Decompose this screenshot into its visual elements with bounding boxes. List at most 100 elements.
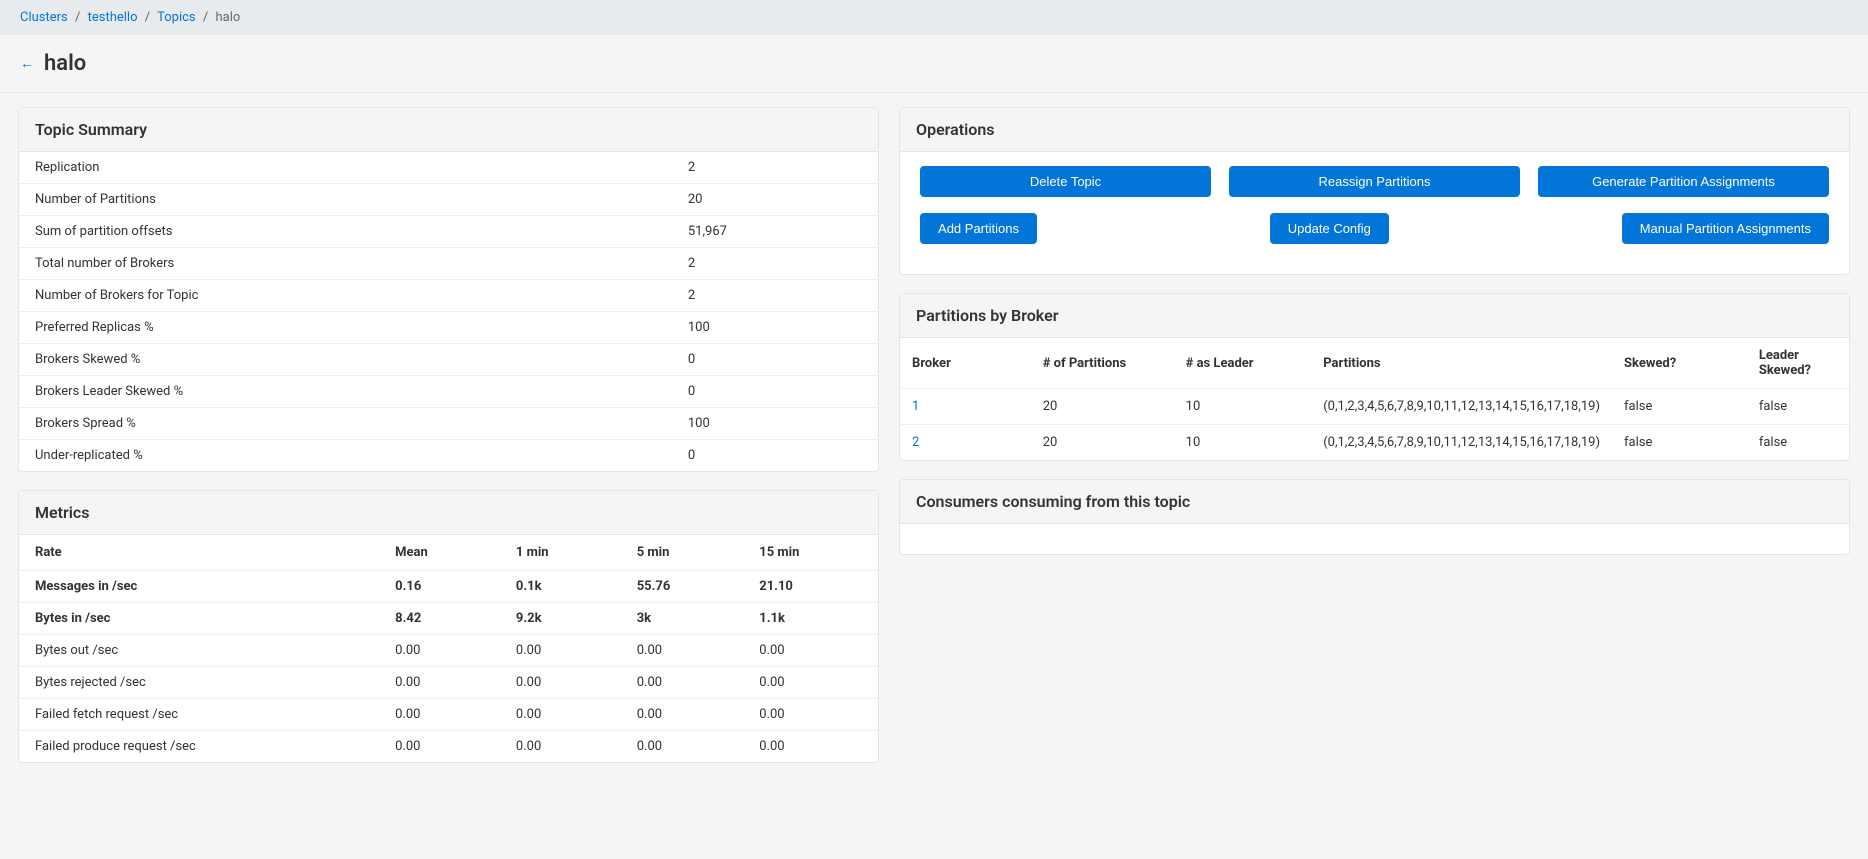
breadcrumb-link-topics[interactable]: Topics bbox=[157, 10, 196, 25]
metrics-cell: Bytes in /sec bbox=[19, 603, 379, 635]
broker-col-as-leader: # as Leader bbox=[1174, 338, 1312, 389]
broker-cell-leader-skewed: false bbox=[1747, 425, 1849, 461]
metrics-header: Metrics bbox=[19, 491, 878, 535]
table-row: 1 2010(0,1,2,3,4,5,6,7,8,9,10,11,12,13,14… bbox=[900, 389, 1849, 425]
summary-label: Replication bbox=[19, 152, 672, 184]
consumers-header: Consumers consuming from this topic bbox=[900, 480, 1849, 524]
metrics-cell: 0.00 bbox=[621, 699, 744, 731]
broker-link[interactable]: 2 bbox=[912, 435, 919, 450]
summary-value: 0 bbox=[672, 344, 878, 376]
metrics-cell: 8.42 bbox=[379, 603, 500, 635]
broker-cell-skewed: false bbox=[1612, 425, 1747, 461]
broker-table: Broker # of Partitions # as Leader Parti… bbox=[900, 338, 1849, 460]
metrics-cell: 55.76 bbox=[621, 571, 744, 603]
partitions-by-broker-header: Partitions by Broker bbox=[900, 294, 1849, 338]
metrics-table: Rate Mean 1 min 5 min 15 min Messages in… bbox=[19, 535, 878, 762]
summary-label: Preferred Replicas % bbox=[19, 312, 672, 344]
reassign-partitions-button[interactable]: Reassign Partitions bbox=[1229, 166, 1520, 197]
table-row: Bytes out /sec0.000.000.000.00 bbox=[19, 635, 878, 667]
broker-col-partitions: Partitions bbox=[1311, 338, 1612, 389]
summary-label: Brokers Skewed % bbox=[19, 344, 672, 376]
add-partitions-button[interactable]: Add Partitions bbox=[920, 213, 1037, 244]
metrics-cell: 0.00 bbox=[500, 731, 621, 763]
table-row: Bytes in /sec8.429.2k3k1.1k bbox=[19, 603, 878, 635]
breadcrumb-sep: / bbox=[145, 10, 150, 25]
metrics-col-rate: Rate bbox=[19, 535, 379, 571]
topic-summary-table: Replication2Number of Partitions20Sum of… bbox=[19, 152, 878, 471]
topic-summary-header: Topic Summary bbox=[19, 108, 878, 152]
summary-label: Brokers Spread % bbox=[19, 408, 672, 440]
broker-cell-partitions: (0,1,2,3,4,5,6,7,8,9,10,11,12,13,14,15,1… bbox=[1311, 425, 1612, 461]
metrics-cell: 9.2k bbox=[500, 603, 621, 635]
summary-label: Brokers Leader Skewed % bbox=[19, 376, 672, 408]
table-row: Brokers Leader Skewed %0 bbox=[19, 376, 878, 408]
table-row: Bytes rejected /sec0.000.000.000.00 bbox=[19, 667, 878, 699]
update-config-button[interactable]: Update Config bbox=[1270, 213, 1389, 244]
manual-partition-assignments-button[interactable]: Manual Partition Assignments bbox=[1622, 213, 1829, 244]
summary-value: 2 bbox=[672, 152, 878, 184]
broker-link[interactable]: 1 bbox=[912, 399, 919, 414]
broker-cell-num-partitions: 20 bbox=[1031, 425, 1174, 461]
breadcrumb-sep: / bbox=[203, 10, 208, 25]
operations-header: Operations bbox=[900, 108, 1849, 152]
metrics-cell: 0.1k bbox=[500, 571, 621, 603]
summary-value: 100 bbox=[672, 408, 878, 440]
broker-col-skewed: Skewed? bbox=[1612, 338, 1747, 389]
back-arrow-icon[interactable]: ← bbox=[20, 55, 34, 72]
metrics-col-mean: Mean bbox=[379, 535, 500, 571]
table-row: Preferred Replicas %100 bbox=[19, 312, 878, 344]
table-row: Brokers Spread %100 bbox=[19, 408, 878, 440]
table-row: Number of Partitions20 bbox=[19, 184, 878, 216]
consumers-panel: Consumers consuming from this topic bbox=[899, 479, 1850, 555]
metrics-col-15min: 15 min bbox=[743, 535, 878, 571]
partitions-by-broker-panel: Partitions by Broker Broker # of Partiti… bbox=[899, 293, 1850, 461]
metrics-cell: 0.00 bbox=[379, 731, 500, 763]
metrics-cell: 0.00 bbox=[500, 699, 621, 731]
metrics-cell: 0.00 bbox=[743, 667, 878, 699]
broker-cell-as-leader: 10 bbox=[1174, 389, 1312, 425]
table-row: Failed produce request /sec0.000.000.000… bbox=[19, 731, 878, 763]
broker-cell-broker: 2 bbox=[900, 425, 1031, 461]
table-row: 2 2010(0,1,2,3,4,5,6,7,8,9,10,11,12,13,14… bbox=[900, 425, 1849, 461]
metrics-cell: 0.00 bbox=[621, 667, 744, 699]
generate-partition-assignments-button[interactable]: Generate Partition Assignments bbox=[1538, 166, 1829, 197]
summary-value: 20 bbox=[672, 184, 878, 216]
consumers-body bbox=[900, 524, 1849, 554]
summary-value: 51,967 bbox=[672, 216, 878, 248]
metrics-cell: 1.1k bbox=[743, 603, 878, 635]
broker-cell-broker: 1 bbox=[900, 389, 1031, 425]
summary-label: Sum of partition offsets bbox=[19, 216, 672, 248]
metrics-cell: 0.00 bbox=[500, 667, 621, 699]
breadcrumb: Clusters / testhello / Topics / halo bbox=[0, 0, 1868, 35]
summary-value: 2 bbox=[672, 280, 878, 312]
broker-col-leader-skewed: Leader Skewed? bbox=[1747, 338, 1849, 389]
broker-cell-partitions: (0,1,2,3,4,5,6,7,8,9,10,11,12,13,14,15,1… bbox=[1311, 389, 1612, 425]
metrics-cell: 0.00 bbox=[379, 635, 500, 667]
delete-topic-button[interactable]: Delete Topic bbox=[920, 166, 1211, 197]
metrics-cell: 0.00 bbox=[379, 667, 500, 699]
table-row: Replication2 bbox=[19, 152, 878, 184]
metrics-cell: 0.00 bbox=[621, 731, 744, 763]
summary-value: 100 bbox=[672, 312, 878, 344]
table-row: Failed fetch request /sec0.000.000.000.0… bbox=[19, 699, 878, 731]
breadcrumb-current: halo bbox=[215, 10, 240, 25]
table-row: Under-replicated %0 bbox=[19, 440, 878, 472]
broker-cell-num-partitions: 20 bbox=[1031, 389, 1174, 425]
metrics-cell: Failed fetch request /sec bbox=[19, 699, 379, 731]
metrics-cell: 0.16 bbox=[379, 571, 500, 603]
breadcrumb-link-clusters[interactable]: Clusters bbox=[20, 10, 68, 25]
table-row: Messages in /sec0.160.1k55.7621.10 bbox=[19, 571, 878, 603]
metrics-cell: 0.00 bbox=[500, 635, 621, 667]
metrics-cell: 0.00 bbox=[743, 635, 878, 667]
metrics-cell: Bytes out /sec bbox=[19, 635, 379, 667]
topic-summary-panel: Topic Summary Replication2Number of Part… bbox=[18, 107, 879, 472]
metrics-col-5min: 5 min bbox=[621, 535, 744, 571]
metrics-panel: Metrics Rate Mean 1 min 5 min 15 min Mes… bbox=[18, 490, 879, 763]
broker-cell-leader-skewed: false bbox=[1747, 389, 1849, 425]
metrics-cell: 0.00 bbox=[621, 635, 744, 667]
broker-cell-as-leader: 10 bbox=[1174, 425, 1312, 461]
metrics-cell: 0.00 bbox=[743, 731, 878, 763]
page-header: ← halo bbox=[0, 35, 1868, 93]
breadcrumb-link-cluster[interactable]: testhello bbox=[88, 10, 138, 25]
metrics-cell: Messages in /sec bbox=[19, 571, 379, 603]
